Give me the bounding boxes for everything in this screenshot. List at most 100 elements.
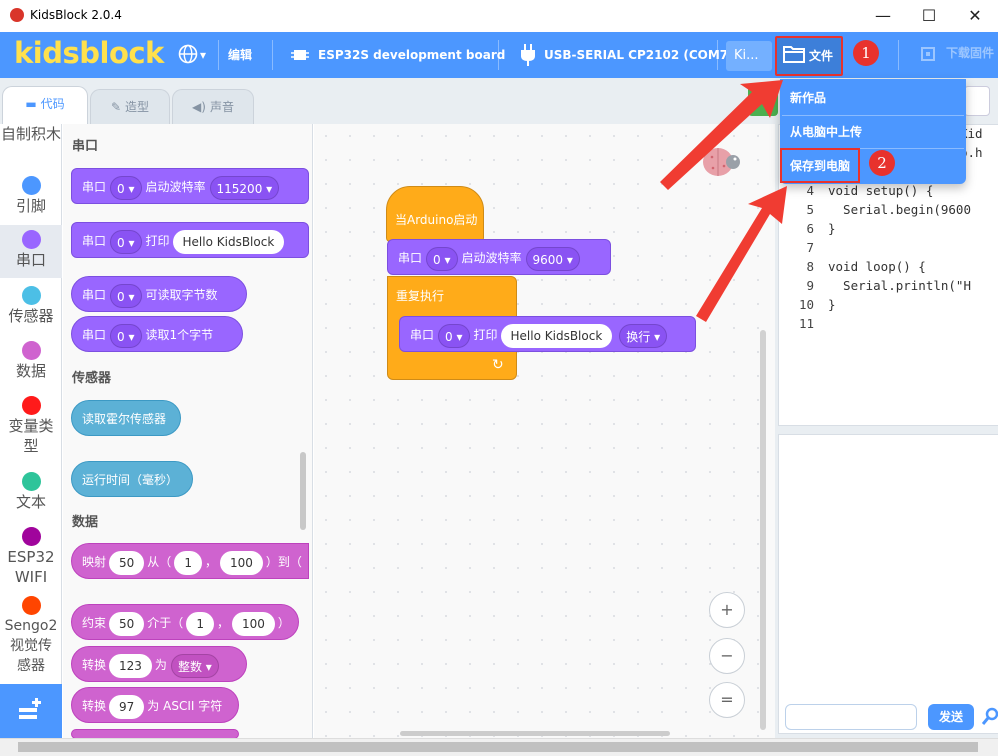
app-ladybug-icon [10,8,24,22]
step-marker-2: 2 [869,150,895,176]
block-serial-begin-ws[interactable]: 串口 0 ▾ 启动波特率 9600 ▾ [387,239,611,275]
port-dropdown[interactable]: 0 ▾ [426,246,458,271]
number-input[interactable]: 97 [109,694,145,719]
category-variable-types[interactable]: 变量类型 [0,396,62,456]
code-line: 10} [798,297,836,312]
menu-item-new-project[interactable]: 新作品 [790,88,826,108]
code-line: 9 Serial.println("H [806,278,971,293]
category-text[interactable]: 文本 [0,472,62,512]
block-map[interactable]: 映射 50 从（ 1， 100 ）到（ [71,543,309,579]
port-selector[interactable]: USB-SERIAL CP2102 (COM7) [544,32,734,78]
palette-heading-data: 数据 [72,515,99,530]
divider [272,40,273,70]
category-serial[interactable]: 串口 [0,230,62,270]
category-dot [21,472,41,491]
block-serial-begin[interactable]: 串口 0 ▾ 启动波特率 115200 ▾ [71,168,309,204]
download-firmware-button[interactable]: 下载固件 [946,44,994,61]
workspace-scrollbar-horizontal[interactable] [400,731,670,736]
block-convert-type[interactable]: 转换 123 为整数 ▾ [71,646,247,682]
board-selector[interactable]: ESP32S development board [318,32,505,78]
usb-plug-icon [519,43,537,67]
step-marker-1: 1 [853,40,879,66]
code-line: 6} [806,221,836,236]
tab-code-label: 代码 [40,97,65,111]
number-input[interactable]: 50 [109,550,145,575]
palette-scrollbar[interactable] [300,452,306,530]
text-input[interactable]: Hello KidsBlock [500,323,613,348]
add-extension-icon [19,698,41,719]
close-button[interactable]: ✕ [952,0,998,32]
edit-menu[interactable]: 编辑 [228,32,252,78]
palette-heading-sensors: 传感器 [72,371,112,386]
text-input[interactable]: Hello KidsBlock [172,229,285,254]
port-dropdown[interactable]: 0 ▾ [110,175,142,200]
board-chip-icon [290,45,310,65]
magnifier-icon[interactable] [981,706,998,728]
port-dropdown[interactable]: 0 ▾ [110,323,142,348]
menu-item-upload-from-computer[interactable]: 从电脑中上传 [790,122,862,142]
newline-dropdown[interactable]: 换行 ▾ [619,323,668,348]
code-line: 11 [798,316,814,331]
block-convert-ascii[interactable]: 转换 97 为 ASCII 字符 [71,687,239,723]
tab-code[interactable]: ▬ 代码 [2,86,88,126]
port-dropdown[interactable]: 0 ▾ [110,283,142,308]
category-dot [21,286,41,305]
serial-send-button[interactable]: 发送 [928,704,974,730]
block-constrain[interactable]: 约束 50 介于（ 1， 100） [71,604,299,640]
baud-dropdown[interactable]: 115200 ▾ [209,175,280,200]
block-serial-available[interactable]: 串口 0 ▾ 可读取字节数 [71,276,247,312]
code-line: 8 void loop() { [806,259,926,274]
file-label: 文件 [809,49,834,63]
zoom-reset-button[interactable]: = [709,682,745,718]
number-input[interactable]: 1 [174,550,202,575]
category-pins[interactable]: 引脚 [0,176,62,216]
type-dropdown[interactable]: 整数 ▾ [170,653,219,678]
divider [218,40,219,70]
category-sengo2-vision[interactable]: Sengo2视觉传感器 [0,596,62,676]
scrollbar-thumb[interactable] [18,742,978,752]
block-runtime-ms[interactable]: 运行时间（毫秒） [71,461,193,497]
window-title: KidsBlock 2.0.4 [30,8,122,22]
number-input[interactable]: 50 [109,611,145,636]
code-workspace[interactable] [314,124,775,738]
number-input[interactable]: 100 [219,550,263,575]
project-name-field[interactable]: Ki... [726,41,772,71]
add-extension-button[interactable] [0,684,62,740]
block-serial-read[interactable]: 串口 0 ▾ 读取1个字节 [71,316,243,352]
category-dot [21,176,41,195]
port-dropdown[interactable]: 0 ▾ [438,323,470,348]
zoom-in-button[interactable]: + [709,592,745,628]
baud-dropdown[interactable]: 9600 ▾ [525,246,580,271]
number-input[interactable]: 123 [109,653,152,678]
language-caret[interactable]: ▾ [200,32,206,78]
port-dropdown[interactable]: 0 ▾ [110,229,142,254]
divider [898,40,899,70]
number-input[interactable]: 100 [231,611,275,636]
tab-costume-label: 造型 [125,100,150,114]
serial-send-input[interactable] [785,704,917,730]
category-label: 数据 [15,362,46,380]
maximize-button[interactable]: ☐ [906,0,952,32]
category-esp32-wifi[interactable]: ESP32 WIFI [0,527,62,587]
upload-green-button[interactable] [748,86,778,116]
category-data[interactable]: 数据 [0,341,62,381]
number-input[interactable]: 1 [186,611,214,636]
serial-monitor-panel [778,434,998,734]
block-serial-print-ws[interactable]: 串口 0 ▾ 打印 Hello KidsBlock 换行 ▾ [399,316,696,352]
tab-sound[interactable]: ◀) 声音 [172,89,254,125]
minimize-button[interactable]: — [860,0,906,32]
category-label: 引脚 [15,197,46,215]
category-label: 文本 [15,493,46,511]
block-read-hall-sensor[interactable]: 读取霍尔传感器 [71,400,181,436]
block-serial-print[interactable]: 串口 0 ▾ 打印 Hello KidsBlock [71,222,309,258]
tab-costume[interactable]: ✎ 造型 [90,89,170,125]
category-label: Sengo2视觉传感器 [4,618,58,674]
zoom-out-button[interactable]: − [709,638,745,674]
category-sensors[interactable]: 传感器 [0,286,62,326]
block-when-arduino-starts[interactable]: 当Arduino启动 [386,186,484,242]
workspace-scrollbar-vertical[interactable] [760,330,766,730]
search-input[interactable] [964,86,990,116]
kidsblock-logo[interactable]: kidsblock [14,36,164,70]
category-custom-blocks[interactable]: 自制积木 [0,124,62,144]
globe-icon[interactable] [178,44,198,64]
